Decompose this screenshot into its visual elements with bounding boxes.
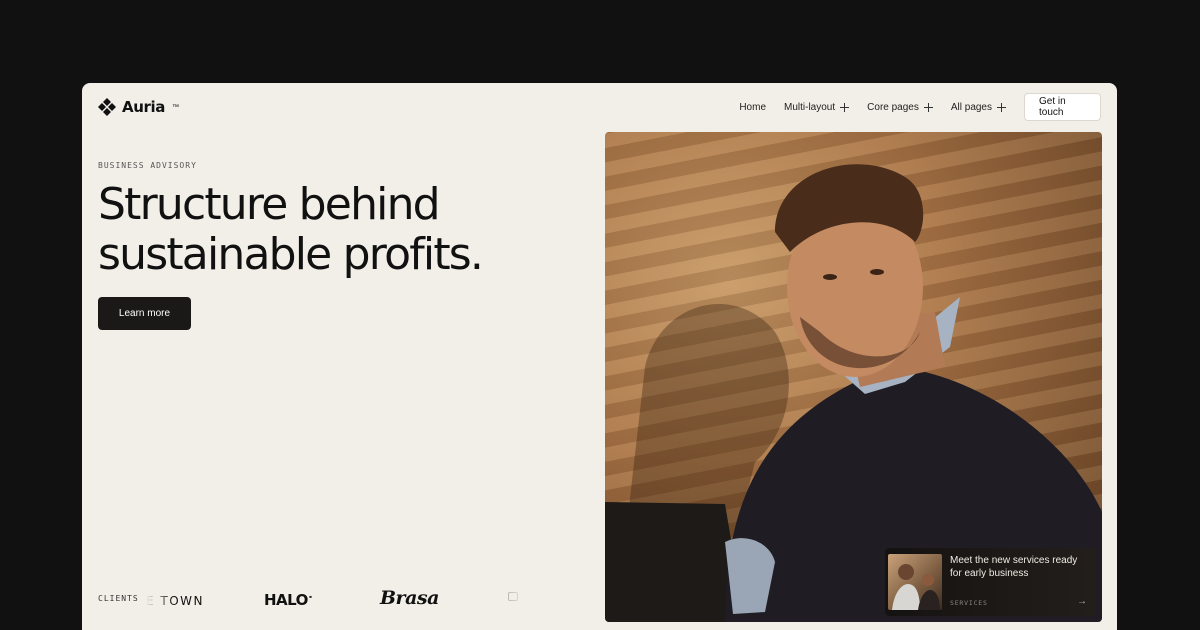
clients-label: CLIENTS [98, 594, 139, 603]
logo-mark-icon [98, 98, 116, 116]
brand-trademark: ™ [171, 103, 179, 111]
page-frame: Auria ™ Home Multi-layout Core pages All … [82, 83, 1117, 630]
plus-icon [997, 102, 1006, 112]
nav-item-multi-layout[interactable]: Multi-layout [784, 101, 850, 113]
brand-name: Auria [122, 98, 165, 116]
hero-photo: Meet the new services ready for early bu… [605, 132, 1102, 622]
nav-item-label: Home [739, 101, 767, 113]
nav-item-all-pages[interactable]: All pages [951, 102, 1006, 113]
eye-right [870, 269, 884, 275]
chat-bubble-icon [508, 592, 518, 601]
promo-tag: SERVICES [950, 599, 988, 607]
nav-item-label: Core pages [867, 101, 919, 113]
headline-line-2: sustainable profits. [98, 229, 484, 280]
promo-thumbnail [888, 554, 942, 610]
promo-card[interactable]: Meet the new services ready for early bu… [885, 548, 1095, 616]
client-logo-carousel: E TOWN HALO⚭ Brasa [146, 586, 526, 610]
nav-item-label: All pages [950, 101, 992, 113]
eye-left [823, 274, 837, 280]
nav-item-core-pages[interactable]: Core pages [867, 102, 933, 113]
client-logo-brasa: Brasa [380, 587, 439, 609]
learn-more-button[interactable]: Learn more [98, 297, 191, 330]
plus-icon [923, 102, 933, 112]
plus-icon [840, 102, 850, 112]
halo-mark-icon: ⚭ [307, 594, 313, 601]
arrow-right-icon: → [1077, 596, 1087, 607]
hero-eyebrow: BUSINESS ADVISORY [98, 161, 197, 170]
promo-title: Meet the new services ready for early bu… [950, 555, 1078, 579]
hero-headline: Structure behind sustainable profits. [98, 180, 598, 280]
headline-line-1: Structure behind [98, 179, 441, 230]
client-logo-town: E TOWN [146, 594, 205, 608]
main-nav: Home Multi-layout Core pages All pages G… [739, 93, 1101, 121]
promo-thumbnail-illustration [892, 564, 940, 610]
client-logo-halo-text: HALO [264, 591, 308, 609]
nav-item-home[interactable]: Home [739, 102, 766, 113]
clients-strip: CLIENTS E TOWN HALO⚭ Brasa [98, 586, 528, 610]
nav-item-label: Multi-layout [784, 101, 836, 113]
get-in-touch-button[interactable]: Get in touch [1024, 93, 1101, 121]
brand-logo[interactable]: Auria ™ [98, 98, 179, 116]
client-logo-halo: HALO⚭ [264, 591, 313, 609]
laptop-shape [605, 502, 745, 622]
